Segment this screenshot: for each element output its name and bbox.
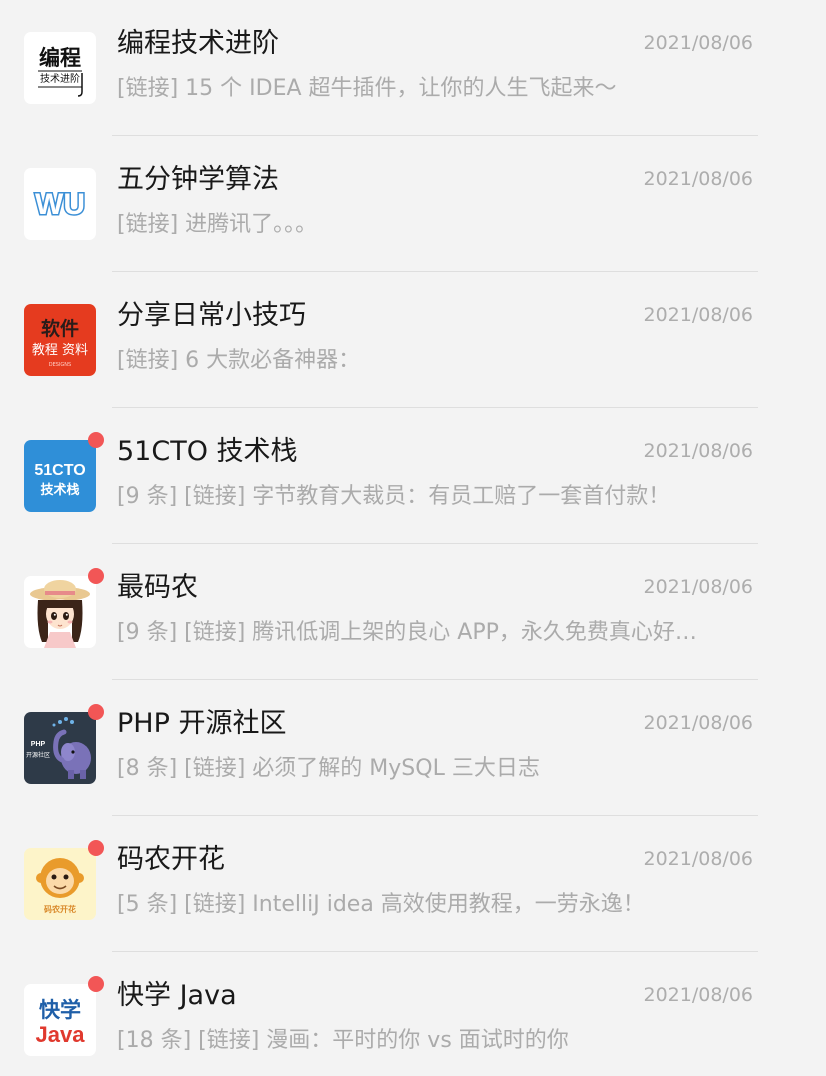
wu-logo-icon: WU: [24, 168, 96, 240]
kuaixue-logo-icon: 快学 Java: [24, 984, 96, 1056]
avatar[interactable]: 51CTO 技术栈: [24, 432, 104, 512]
avatar-text: DESIGNS: [49, 362, 71, 368]
conversation-item[interactable]: 编程 技术进阶 编程技术进阶 2021/08/06 [链接] 15 个 IDEA…: [0, 0, 826, 136]
message-preview: [8 条] [链接] 必须了解的 MySQL 三大日志: [117, 756, 540, 781]
message-preview: [9 条] [链接] 字节教育大裁员：有员工赔了一套首付款！: [117, 484, 671, 509]
conversation-name: 快学 Java: [117, 980, 237, 1011]
conversation-date: 2021/08/06: [643, 576, 753, 598]
avatar-text: 技术进阶: [40, 72, 80, 85]
message-preview: [链接] 进腾讯了。。。: [117, 212, 318, 237]
conversation-list: 编程 技术进阶 编程技术进阶 2021/08/06 [链接] 15 个 IDEA…: [0, 0, 826, 1076]
message-preview: [18 条] [链接] 漫画：平时的你 vs 面试时的你: [117, 1028, 569, 1053]
conversation-name: 编程技术进阶: [117, 28, 279, 59]
avatar[interactable]: WU: [24, 168, 96, 240]
avatar-text: Java: [36, 1022, 86, 1047]
avatar[interactable]: PHP 开源社区: [24, 704, 104, 784]
avatar-text: WU: [35, 188, 85, 221]
monkey-logo-icon: 码农开花: [24, 848, 96, 920]
conversation-name: 码农开花: [117, 844, 225, 875]
conversation-item[interactable]: 51CTO 技术栈 51CTO 技术栈 2021/08/06 [9 条] [链接…: [0, 408, 826, 544]
avatar[interactable]: 码农开花: [24, 840, 104, 920]
girl-avatar-icon: [24, 576, 96, 648]
conversation-item[interactable]: 码农开花 码农开花 2021/08/06 [5 条] [链接] IntelliJ…: [0, 816, 826, 952]
conversation-date: 2021/08/06: [643, 848, 753, 870]
message-preview: [链接] 6 大款必备神器：: [117, 348, 361, 373]
conversation-name: 五分钟学算法: [117, 164, 279, 195]
conversation-item[interactable]: WU 五分钟学算法 2021/08/06 [链接] 进腾讯了。。。: [0, 136, 826, 272]
avatar-text: PHP: [31, 741, 46, 748]
conversation-date: 2021/08/06: [643, 440, 753, 462]
conversation-name: PHP 开源社区: [117, 708, 287, 739]
avatar[interactable]: 快学 Java: [24, 976, 104, 1056]
ruanjian-logo-icon: 软件 教程 资料 DESIGNS: [24, 304, 96, 376]
conversation-item[interactable]: 软件 教程 资料 DESIGNS 分享日常小技巧 2021/08/06 [链接]…: [0, 272, 826, 408]
conversation-date: 2021/08/06: [643, 168, 753, 190]
biancheng-logo-icon: 编程 技术进阶: [24, 32, 96, 104]
conversation-date: 2021/08/06: [643, 304, 753, 326]
avatar-text: 教程 资料: [32, 342, 88, 358]
conversation-date: 2021/08/06: [643, 712, 753, 734]
avatar[interactable]: 编程 技术进阶: [24, 32, 96, 104]
avatar-text: 技术栈: [40, 482, 79, 498]
conversation-name: 最码农: [117, 572, 198, 603]
conversation-item[interactable]: PHP 开源社区 PHP 开源社区 2021/08/06 [8 条] [链接] …: [0, 680, 826, 816]
avatar-text: 快学: [39, 998, 81, 1022]
avatar-text: 软件: [41, 317, 79, 340]
conversation-item[interactable]: 快学 Java 快学 Java 2021/08/06 [18 条] [链接] 漫…: [0, 952, 826, 1076]
message-preview: [5 条] [链接] IntelliJ idea 高效使用教程，一劳永逸！: [117, 892, 645, 917]
conversation-name: 分享日常小技巧: [117, 300, 306, 331]
avatar-text: 开源社区: [26, 751, 50, 759]
avatar-text: 码农开花: [44, 904, 76, 914]
51cto-logo-icon: 51CTO 技术栈: [24, 440, 96, 512]
unread-dot: [88, 840, 104, 856]
conversation-name: 51CTO 技术栈: [117, 436, 298, 467]
unread-dot: [88, 704, 104, 720]
conversation-date: 2021/08/06: [643, 32, 753, 54]
conversation-item[interactable]: 最码农 2021/08/06 [9 条] [链接] 腾讯低调上架的良心 APP，…: [0, 544, 826, 680]
avatar-text: 编程: [39, 46, 81, 70]
unread-dot: [88, 568, 104, 584]
message-preview: [9 条] [链接] 腾讯低调上架的良心 APP，永久免费真心好…: [117, 620, 697, 645]
elephant-logo-icon: PHP 开源社区: [24, 712, 96, 784]
avatar[interactable]: [24, 568, 104, 648]
unread-dot: [88, 976, 104, 992]
avatar[interactable]: 软件 教程 资料 DESIGNS: [24, 304, 96, 376]
avatar-text: 51CTO: [34, 462, 85, 479]
conversation-date: 2021/08/06: [643, 984, 753, 1006]
message-preview: [链接] 15 个 IDEA 超牛插件，让你的人生飞起来～: [117, 76, 617, 101]
unread-dot: [88, 432, 104, 448]
